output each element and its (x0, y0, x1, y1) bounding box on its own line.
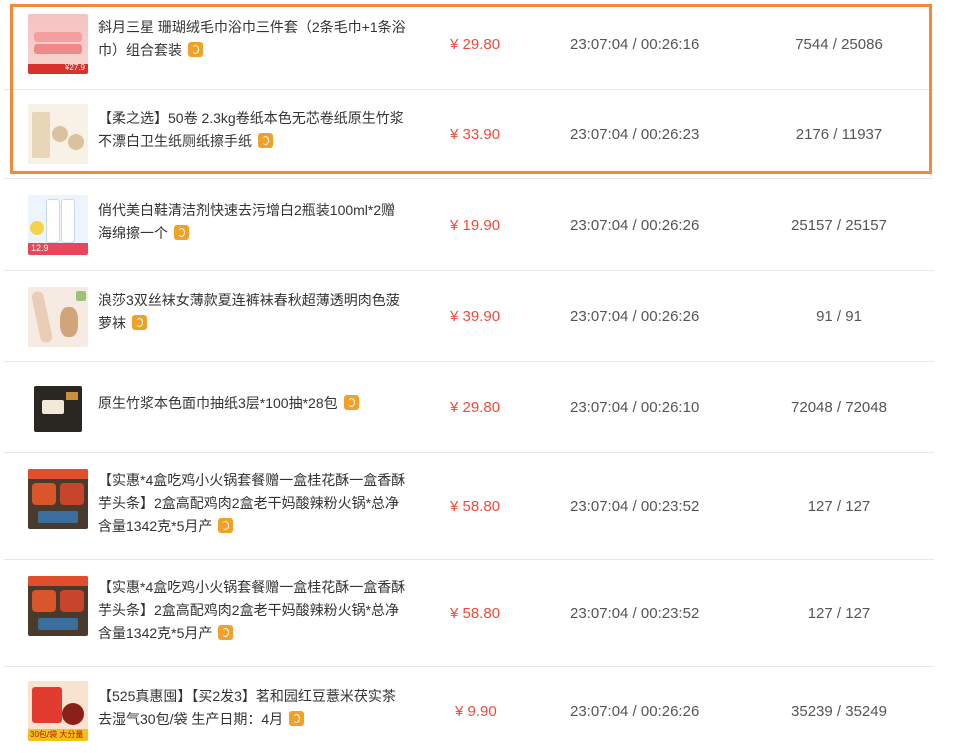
link-icon[interactable] (188, 42, 203, 57)
list-item[interactable]: 30包/袋 大分量 【525真惠囤】【买2发3】茗和园红豆薏米茯实茶去湿气30包… (4, 667, 934, 753)
product-title[interactable]: 原生竹浆本色面巾抽纸3层*100抽*28包 (98, 392, 408, 415)
stock-count: 25157 / 25157 (791, 217, 887, 234)
product-thumbnail[interactable] (28, 378, 88, 438)
thumbnail-price-label: ¥27.9 (64, 63, 85, 72)
product-title[interactable]: 【柔之选】50卷 2.3kg卷纸本色无芯卷纸原生竹浆不漂白卫生纸厕纸擦手纸 (98, 107, 408, 153)
product-price: ¥ 29.80 (450, 36, 501, 53)
link-icon[interactable] (174, 225, 189, 240)
product-thumbnail[interactable] (28, 287, 88, 347)
stock-count: 127 / 127 (807, 605, 871, 622)
thumbnail-label: 30包/袋 大分量 (30, 730, 84, 739)
product-title[interactable]: 俏代美白鞋清洁剂快速去污增白2瓶装100ml*2赠海绵擦一个 (98, 199, 408, 245)
product-price: ¥ 58.80 (450, 605, 501, 622)
product-title[interactable]: 浪莎3双丝袜女薄款夏连裤袜春秋超薄透明肉色菠萝袜 (98, 289, 408, 335)
list-item[interactable]: 【实惠*4盒吃鸡小火锅套餐赠一盒桂花酥一盒香酥芋头条】2盒高配鸡肉2盒老干妈酸辣… (4, 453, 934, 560)
time-range: 23:07:04 / 00:26:16 (570, 36, 700, 53)
stock-count: 72048 / 72048 (791, 399, 887, 416)
stock-count: 127 / 127 (807, 498, 871, 515)
list-item[interactable]: ¥27.9 斜月三星 珊瑚绒毛巾浴巾三件套（2条毛巾+1条浴巾）组合套装 ¥ 2… (4, 0, 934, 90)
stock-count: 91 / 91 (816, 308, 862, 325)
link-icon[interactable] (218, 625, 234, 640)
time-range: 23:07:04 / 00:26:26 (570, 217, 700, 234)
product-thumbnail[interactable]: ¥27.9 (28, 14, 88, 74)
link-icon[interactable] (258, 133, 273, 148)
product-price: ¥ 9.90 (455, 703, 497, 720)
time-range: 23:07:04 / 00:26:23 (570, 126, 700, 143)
stock-count: 35239 / 35249 (791, 703, 887, 720)
product-thumbnail[interactable]: 12.9 (28, 195, 88, 255)
time-range: 23:07:04 / 00:26:10 (570, 399, 700, 416)
time-range: 23:07:04 / 00:23:52 (570, 498, 700, 515)
product-thumbnail[interactable]: 30包/袋 大分量 (28, 681, 88, 741)
product-thumbnail[interactable] (28, 104, 88, 164)
thumbnail-price-label: 12.9 (31, 243, 49, 253)
product-price: ¥ 58.80 (450, 498, 501, 515)
product-title[interactable]: 斜月三星 珊瑚绒毛巾浴巾三件套（2条毛巾+1条浴巾）组合套装 (98, 16, 408, 62)
product-title[interactable]: 【525真惠囤】【买2发3】茗和园红豆薏米茯实茶去湿气30包/袋 生产日期：4月 (98, 685, 408, 731)
list-item[interactable]: 【柔之选】50卷 2.3kg卷纸本色无芯卷纸原生竹浆不漂白卫生纸厕纸擦手纸 ¥ … (4, 90, 934, 179)
product-price: ¥ 29.80 (450, 399, 501, 416)
product-thumbnail[interactable] (28, 576, 88, 636)
link-icon[interactable] (218, 518, 234, 533)
list-item[interactable]: 12.9 俏代美白鞋清洁剂快速去污增白2瓶装100ml*2赠海绵擦一个 ¥ 19… (4, 179, 934, 271)
product-title[interactable]: 【实惠*4盒吃鸡小火锅套餐赠一盒桂花酥一盒香酥芋头条】2盒高配鸡肉2盒老干妈酸辣… (98, 576, 408, 645)
link-icon[interactable] (343, 395, 359, 410)
product-price: ¥ 19.90 (450, 217, 501, 234)
list-item[interactable]: 浪莎3双丝袜女薄款夏连裤袜春秋超薄透明肉色菠萝袜 ¥ 39.90 23:07:0… (4, 271, 934, 362)
product-price: ¥ 33.90 (450, 126, 501, 143)
stock-count: 2176 / 11937 (795, 126, 883, 143)
time-range: 23:07:04 / 00:26:26 (570, 703, 700, 720)
list-item[interactable]: 原生竹浆本色面巾抽纸3层*100抽*28包 ¥ 29.80 23:07:04 /… (4, 362, 934, 453)
product-title[interactable]: 【实惠*4盒吃鸡小火锅套餐赠一盒桂花酥一盒香酥芋头条】2盒高配鸡肉2盒老干妈酸辣… (98, 469, 408, 538)
product-thumbnail[interactable] (28, 469, 88, 529)
link-icon[interactable] (132, 315, 147, 330)
list-item[interactable]: 【实惠*4盒吃鸡小火锅套餐赠一盒桂花酥一盒香酥芋头条】2盒高配鸡肉2盒老干妈酸辣… (4, 560, 934, 667)
stock-count: 7544 / 25086 (795, 36, 883, 53)
product-price: ¥ 39.90 (450, 308, 501, 325)
link-icon[interactable] (289, 711, 305, 726)
time-range: 23:07:04 / 00:23:52 (570, 605, 700, 622)
time-range: 23:07:04 / 00:26:26 (570, 308, 700, 325)
